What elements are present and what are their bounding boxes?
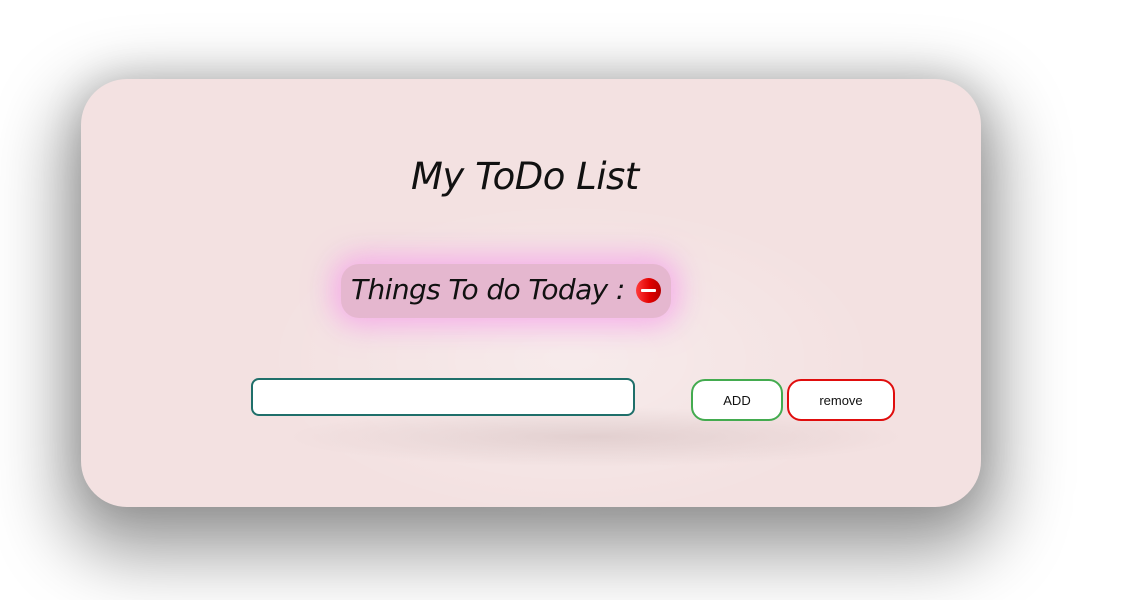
todo-input[interactable]: [251, 378, 635, 416]
todo-card: My ToDo List Things To do Today : ADD re…: [81, 79, 981, 519]
card-highlight: [261, 199, 881, 519]
remove-button[interactable]: remove: [787, 379, 895, 421]
task-item-label: Things To do Today :: [351, 273, 625, 306]
page: My ToDo List Things To do Today : ADD re…: [0, 0, 1123, 600]
page-title: My ToDo List: [411, 155, 639, 198]
add-button[interactable]: ADD: [691, 379, 783, 421]
minus-circle-icon[interactable]: [636, 278, 661, 303]
task-item[interactable]: Things To do Today :: [341, 264, 671, 318]
